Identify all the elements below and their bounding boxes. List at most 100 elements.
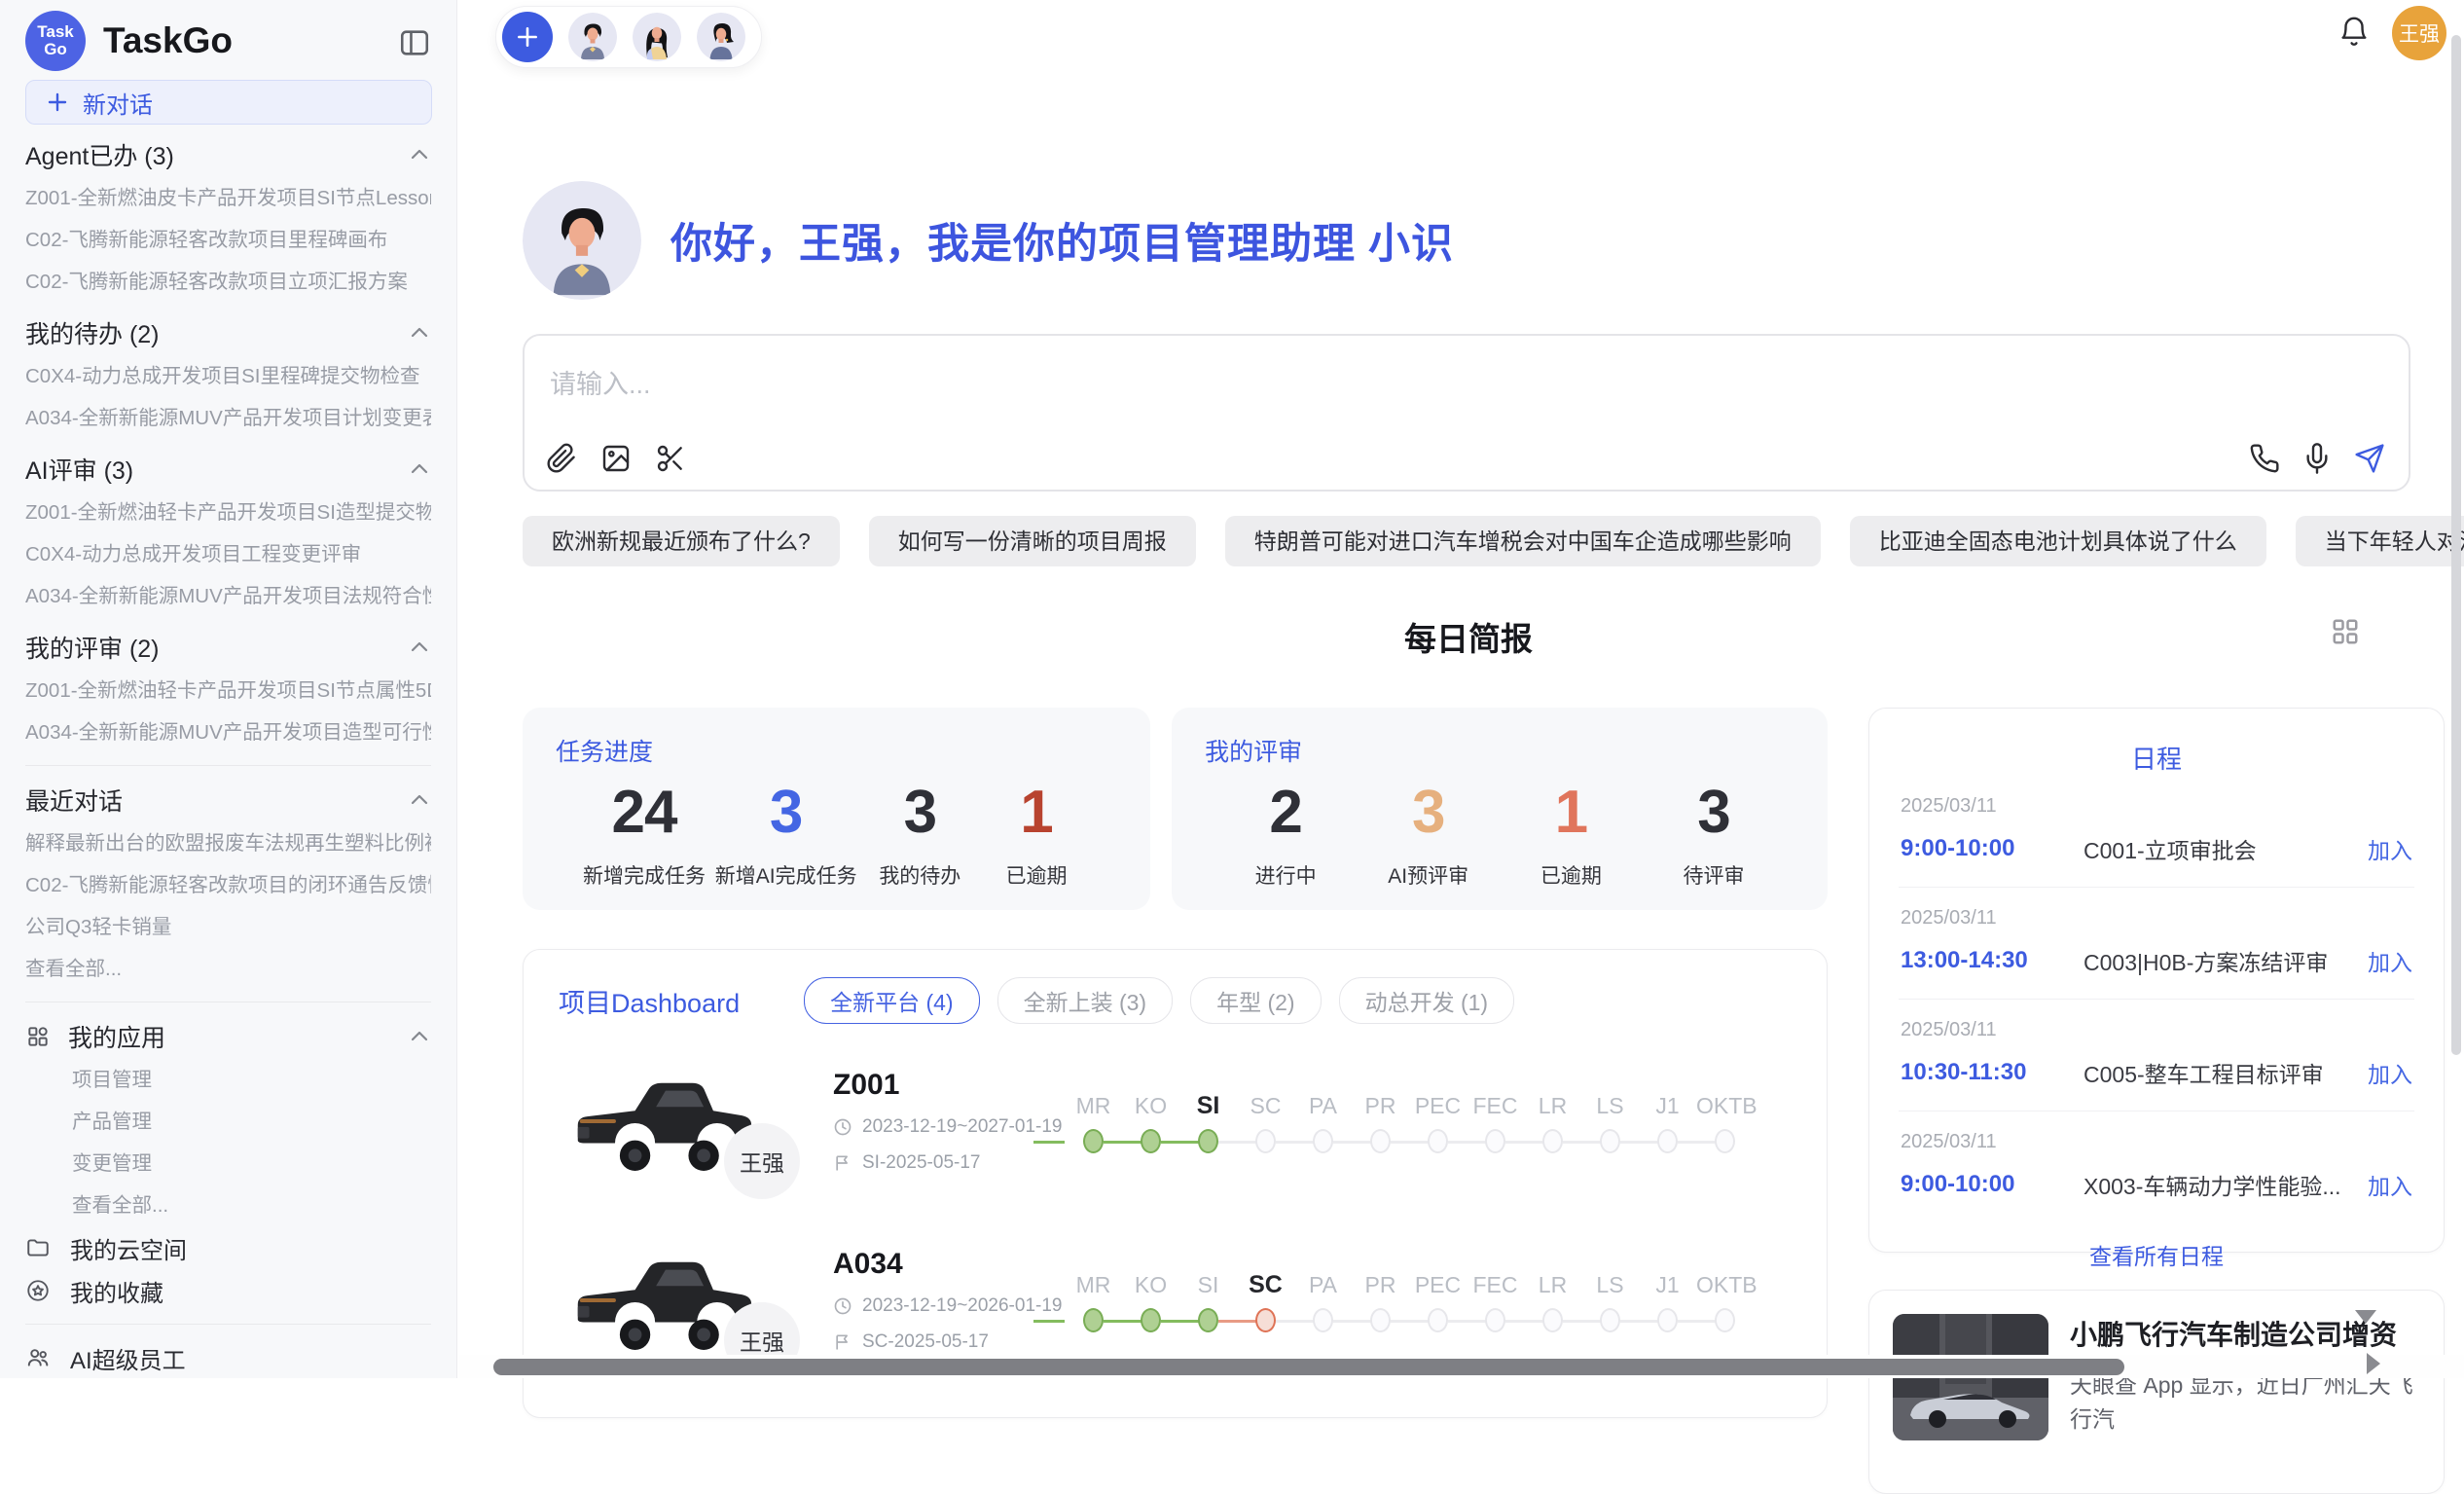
sidebar-item[interactable]: 变更管理: [25, 1143, 431, 1184]
sidebar-item[interactable]: 公司Q3轻卡销量: [25, 906, 431, 948]
paperclip-icon[interactable]: [546, 443, 577, 474]
clock-icon: [833, 1296, 852, 1316]
milestone-node[interactable]: [1083, 1129, 1104, 1153]
sidebar-item[interactable]: C0X4-动力总成开发项目工程变更评审: [25, 533, 431, 575]
sidebar-group-header[interactable]: 我的待办 (2): [25, 310, 431, 355]
suggestion-chip[interactable]: 比亚迪全固态电池计划具体说了什么: [1850, 516, 2266, 566]
sidebar-item[interactable]: Z001-全新燃油轻卡产品开发项目SI节点属性5D文件评审: [25, 670, 431, 711]
stat-item: 1已逾期: [1517, 778, 1624, 890]
milestone-node[interactable]: [1600, 1129, 1620, 1153]
milestone-label: PR: [1352, 1088, 1409, 1129]
sidebar-item[interactable]: Z001-全新燃油轻卡产品开发项目SI造型提交物评审: [25, 492, 431, 533]
milestone-node[interactable]: [1370, 1308, 1391, 1332]
milestone-node[interactable]: [1715, 1129, 1735, 1153]
milestone-label: SC: [1237, 1088, 1294, 1129]
sidebar-item[interactable]: Z001-全新燃油皮卡产品开发项目SI节点Lesson Learn报告: [25, 177, 431, 219]
bell-icon[interactable]: [2337, 16, 2371, 49]
milestone-node[interactable]: [1255, 1308, 1276, 1332]
avatar[interactable]: [697, 13, 745, 61]
sidebar-item[interactable]: C02-飞腾新能源轻客改款项目立项汇报方案: [25, 261, 431, 303]
avatar[interactable]: [633, 13, 681, 61]
left-column: 任务进度24新增完成任务3新增AI完成任务3我的待办1已逾期我的评审2进行中3A…: [523, 708, 1828, 1418]
sidebar-item[interactable]: A034-全新新能源MUV产品开发项目造型可行性评审: [25, 711, 431, 753]
sidebar-collapse-icon[interactable]: [398, 26, 431, 55]
milestone-node[interactable]: [1313, 1129, 1333, 1153]
chat-input[interactable]: 请输入...: [523, 334, 2410, 492]
sidebar-links: 我的云空间我的收藏: [0, 1226, 456, 1312]
suggestion-chip[interactable]: 特朗普可能对进口汽车增税会对中国车企造成哪些影响: [1225, 516, 1821, 566]
sidebar-group-title: 最近对话: [25, 783, 408, 818]
milestone-node[interactable]: [1485, 1308, 1505, 1332]
image-icon[interactable]: [600, 443, 632, 474]
dashboard-tab[interactable]: 年型 (2): [1190, 977, 1322, 1024]
app-logo: Task Go: [25, 11, 86, 71]
milestone-node[interactable]: [1141, 1308, 1161, 1332]
dashboard-tab[interactable]: 全新平台 (4): [804, 977, 980, 1024]
event-date: 2025/03/11: [1901, 907, 2412, 929]
user-avatar[interactable]: 王强: [2392, 6, 2446, 60]
sidebar-link-star-badge[interactable]: 我的收藏: [0, 1269, 456, 1312]
milestone-node[interactable]: [1428, 1308, 1448, 1332]
sidebar-tool-item[interactable]: AI超级员工: [0, 1336, 456, 1378]
sidebar-item[interactable]: C02-飞腾新能源轻客改款项目的闭环通告反馈情况: [25, 864, 431, 906]
milestone-node[interactable]: [1313, 1308, 1333, 1332]
sidebar-group-header[interactable]: AI评审 (3): [25, 447, 431, 492]
phone-icon[interactable]: [2249, 443, 2280, 474]
milestone-node[interactable]: [1255, 1129, 1276, 1153]
milestone-node[interactable]: [1542, 1129, 1563, 1153]
milestone-node[interactable]: [1657, 1129, 1678, 1153]
milestone-node[interactable]: [1600, 1308, 1620, 1332]
mic-icon[interactable]: [2301, 443, 2333, 474]
milestone-label: LR: [1524, 1267, 1581, 1308]
join-event-link[interactable]: 加入: [2368, 944, 2412, 977]
milestone-node[interactable]: [1198, 1308, 1218, 1332]
dashboard-tab[interactable]: 全新上装 (3): [997, 977, 1174, 1024]
sidebar-item[interactable]: 产品管理: [25, 1101, 431, 1143]
layout-grid-icon[interactable]: [2331, 617, 2360, 646]
join-event-link[interactable]: 加入: [2368, 832, 2412, 865]
milestone-node[interactable]: [1370, 1129, 1391, 1153]
milestone-node[interactable]: [1141, 1129, 1161, 1153]
sidebar-item[interactable]: C02-飞腾新能源轻客改款项目里程碑画布: [25, 219, 431, 261]
join-event-link[interactable]: 加入: [2368, 1168, 2412, 1201]
sidebar-group-header[interactable]: Agent已办 (3): [25, 132, 431, 177]
sidebar-item[interactable]: A034-全新新能源MUV产品开发项目法规符合性评审: [25, 575, 431, 617]
stat-item: 1已逾期: [983, 778, 1090, 890]
suggestion-chip[interactable]: 如何写一份清晰的项目周报: [869, 516, 1196, 566]
avatar[interactable]: [568, 13, 617, 61]
send-icon[interactable]: [2354, 443, 2385, 474]
sidebar-group-header[interactable]: 最近对话: [25, 778, 431, 822]
sidebar-group-header[interactable]: 我的应用: [25, 1014, 431, 1059]
sidebar-item[interactable]: 解释最新出台的欧盟报废车法规再生塑料比例被调至15%...: [25, 822, 431, 864]
suggestion-chip[interactable]: 当下年轻人对汽车外观有怎样的喜好趋势: [2296, 516, 2464, 566]
sidebar-item[interactable]: 查看全部...: [25, 948, 431, 990]
sidebar-item[interactable]: 查看全部...: [25, 1184, 431, 1226]
sidebar-group-header[interactable]: 我的评审 (2): [25, 625, 431, 670]
dashboard-tab[interactable]: 动总开发 (1): [1339, 977, 1515, 1024]
milestone-node[interactable]: [1083, 1308, 1104, 1332]
sidebar-item[interactable]: C0X4-动力总成开发项目SI里程碑提交物检查: [25, 355, 431, 397]
milestone-node[interactable]: [1715, 1308, 1735, 1332]
new-chat-button[interactable]: 新对话: [25, 80, 432, 125]
milestone-label: OKTB: [1696, 1088, 1754, 1129]
horizontal-scrollbar[interactable]: [493, 1359, 2124, 1375]
sidebar-link-folder[interactable]: 我的云空间: [0, 1226, 456, 1269]
milestone-node[interactable]: [1657, 1308, 1678, 1332]
join-event-link[interactable]: 加入: [2368, 1056, 2412, 1089]
milestone-node[interactable]: [1485, 1129, 1505, 1153]
add-agent-button[interactable]: [502, 12, 553, 62]
sidebar-item[interactable]: A034-全新新能源MUV产品开发项目计划变更表编写: [25, 397, 431, 439]
view-all-schedule-link[interactable]: 查看所有日程: [1899, 1238, 2414, 1271]
chevron-up-icon: [408, 321, 431, 345]
scissors-icon[interactable]: [655, 443, 686, 474]
sidebar-item[interactable]: 项目管理: [25, 1059, 431, 1101]
stat-card-title: 我的评审: [1205, 733, 1794, 768]
milestone-node[interactable]: [1428, 1129, 1448, 1153]
scroll-down-arrow-icon[interactable]: [2355, 1310, 2376, 1324]
milestone-node[interactable]: [1542, 1308, 1563, 1332]
suggestion-chip[interactable]: 欧洲新规最近颁布了什么?: [523, 516, 840, 566]
scroll-right-arrow-icon[interactable]: [2367, 1353, 2380, 1374]
divider: [25, 1324, 431, 1325]
vertical-scrollbar[interactable]: [2451, 35, 2461, 1055]
milestone-node[interactable]: [1198, 1129, 1218, 1153]
